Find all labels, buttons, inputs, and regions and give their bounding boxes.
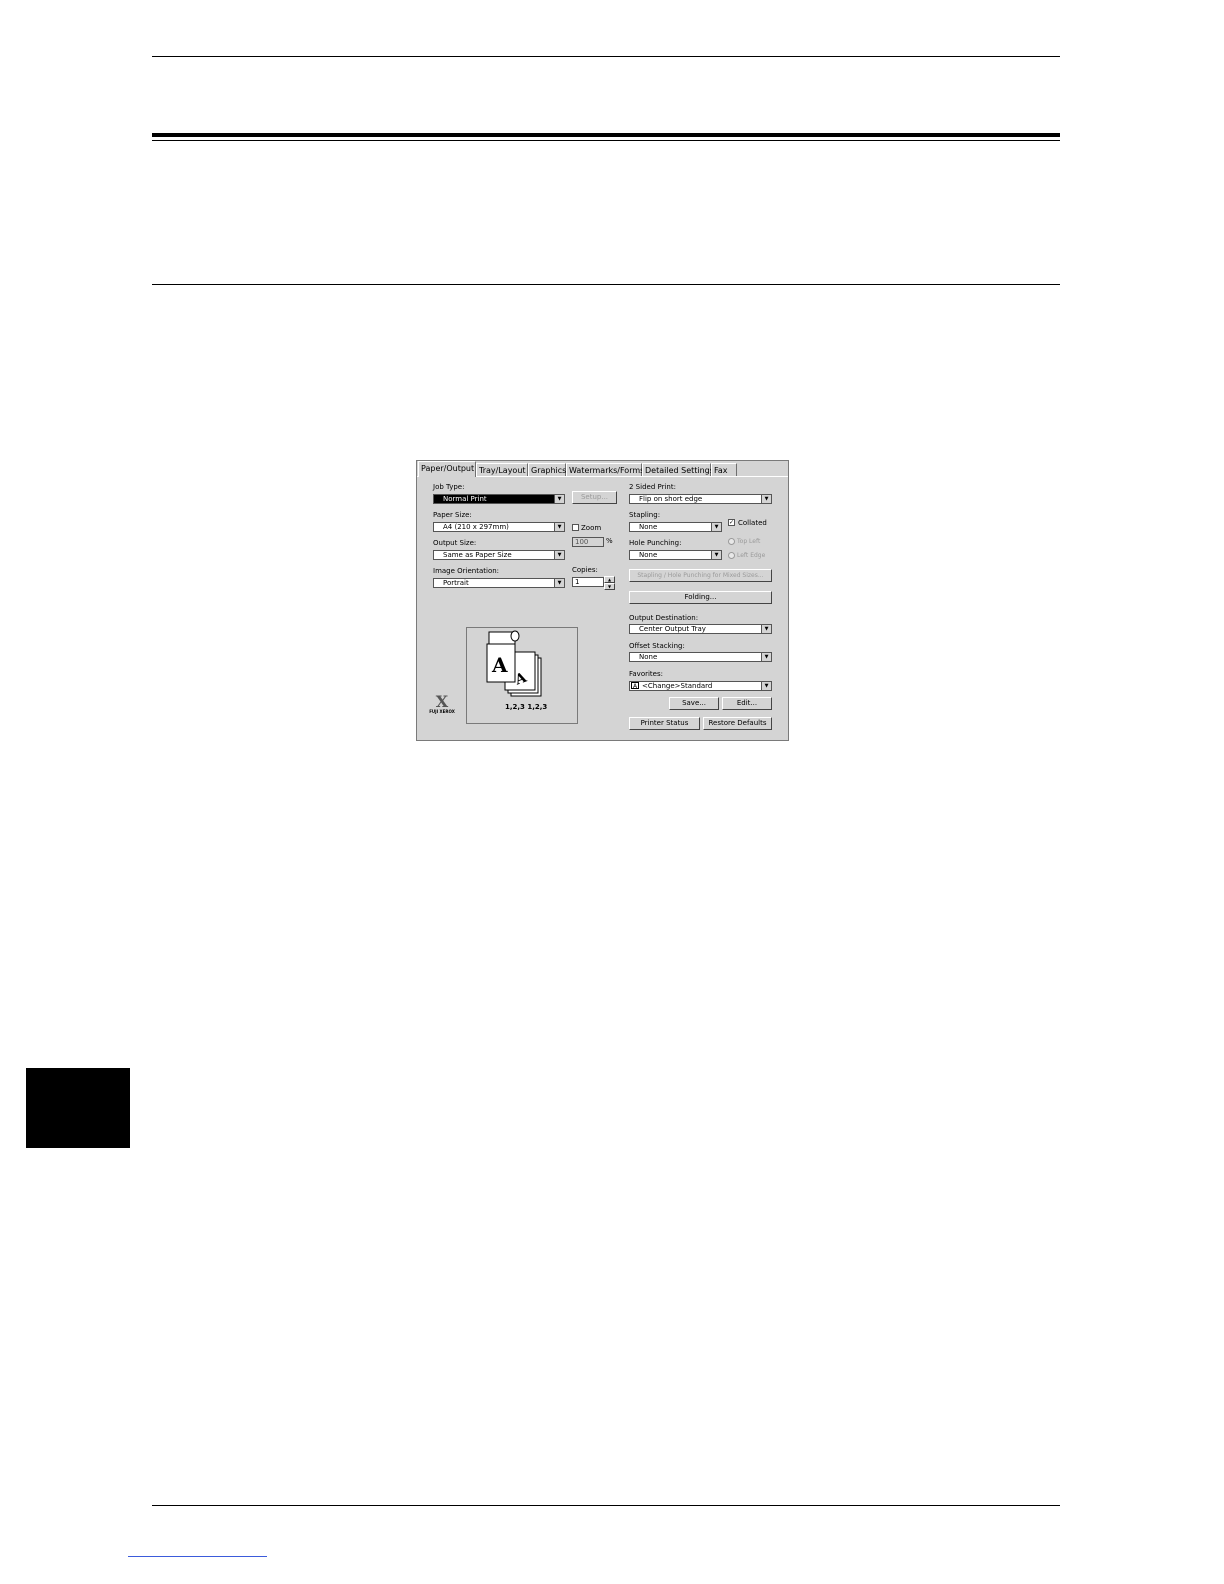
chevron-down-icon: ▼ [761, 625, 771, 633]
offset-stacking-label: Offset Stacking: [629, 642, 685, 650]
output-destination-value: Center Output Tray [639, 625, 706, 633]
fuji-xerox-logo: X FUJI XEROX [427, 692, 457, 715]
job-type-select[interactable]: Normal Print ▼ [433, 494, 565, 504]
two-sided-label: 2 Sided Print: [629, 483, 676, 491]
tab-fax[interactable]: Fax [711, 463, 737, 476]
chevron-down-icon: ▼ [554, 495, 564, 503]
output-size-select[interactable]: Same as Paper Size ▼ [433, 550, 565, 560]
image-orientation-label: Image Orientation: [433, 567, 500, 575]
output-preview-panel: A A 1,2,3 1,2,3 [466, 627, 578, 724]
copies-label: Copies: [572, 566, 598, 574]
chevron-down-icon: ▼ [761, 682, 771, 690]
zoom-value-field[interactable]: 100 [572, 537, 604, 547]
job-type-value: Normal Print [443, 495, 487, 503]
image-orientation-select[interactable]: Portrait ▼ [433, 578, 565, 588]
collated-label: Collated [738, 519, 767, 527]
two-sided-select[interactable]: Flip on short edge ▼ [629, 494, 772, 504]
save-button[interactable]: Save... [669, 697, 719, 710]
copies-spin-down[interactable]: ▼ [604, 583, 615, 590]
printer-properties-dialog: Paper/Output Tray/Layout Graphics Waterm… [416, 460, 789, 741]
image-orientation-value: Portrait [443, 579, 469, 587]
tab-detailed-settings[interactable]: Detailed Settings [642, 463, 714, 476]
job-type-label: Job Type: [433, 483, 465, 491]
folding-button[interactable]: Folding... [629, 591, 772, 604]
printer-status-button[interactable]: Printer Status [629, 717, 700, 730]
footer-link-underline[interactable] [128, 1556, 267, 1557]
zoom-unit: % [606, 537, 613, 545]
tab-watermarks-forms[interactable]: Watermarks/Forms [566, 463, 644, 476]
paper-size-label: Paper Size: [433, 511, 472, 519]
section-rule [152, 284, 1060, 285]
chevron-down-icon: ▼ [711, 523, 721, 531]
chevron-down-icon: ▼ [761, 495, 771, 503]
stapling-label: Stapling: [629, 511, 661, 519]
mixed-sizes-button[interactable]: Stapling / Hole Punching for Mixed Sizes… [629, 569, 772, 582]
chevron-down-icon: ▼ [711, 551, 721, 559]
hole-punching-label: Hole Punching: [629, 539, 682, 547]
radio-top-left[interactable] [728, 538, 735, 545]
output-destination-label: Output Destination: [629, 614, 699, 622]
collated-pages-illustration: A A 1,2,3 1,2,3 [486, 630, 547, 711]
tab-paper-output[interactable]: Paper/Output [418, 461, 476, 477]
two-sided-value: Flip on short edge [639, 495, 703, 503]
radio-top-left-label: Top Left [737, 538, 761, 545]
collate-label: 1,2,3 1,2,3 [505, 703, 547, 711]
footer-rule [152, 1505, 1060, 1506]
title-thin-rule [152, 140, 1060, 141]
preview-letter: A [491, 653, 508, 677]
chapter-tab-marker [26, 1068, 130, 1148]
tab-tray-layout[interactable]: Tray/Layout [476, 463, 528, 476]
favorites-a-icon: A [631, 682, 639, 690]
title-thick-rule [152, 133, 1060, 137]
hole-punching-value: None [639, 551, 658, 559]
xerox-x-icon: X [435, 692, 449, 711]
header-top-rule [152, 56, 1060, 57]
zoom-label: Zoom [581, 524, 602, 532]
output-size-label: Output Size: [433, 539, 477, 547]
radio-left-edge[interactable] [728, 552, 735, 559]
output-size-value: Same as Paper Size [443, 551, 512, 559]
paper-size-value: A4 (210 x 297mm) [443, 523, 509, 531]
copies-spin-up[interactable]: ▲ [604, 576, 615, 583]
paper-size-select[interactable]: A4 (210 x 297mm) ▼ [433, 522, 565, 532]
tab-strip: Paper/Output Tray/Layout Graphics Waterm… [418, 461, 788, 477]
edit-button[interactable]: Edit... [722, 697, 772, 710]
favorites-value: <Change>Standard [642, 682, 713, 690]
chevron-down-icon: ▼ [761, 653, 771, 661]
offset-stacking-value: None [639, 653, 658, 661]
favorites-select[interactable]: A <Change>Standard ▼ [629, 681, 772, 691]
chevron-down-icon: ▼ [554, 523, 564, 531]
radio-left-edge-label: Left Edge [737, 552, 766, 559]
output-destination-select[interactable]: Center Output Tray ▼ [629, 624, 772, 634]
stapling-value: None [639, 523, 658, 531]
tab-graphics[interactable]: Graphics [528, 463, 566, 476]
chevron-down-icon: ▼ [554, 579, 564, 587]
copies-field[interactable]: 1 [572, 577, 604, 587]
logo-text: FUJI XEROX [429, 709, 455, 714]
hole-punching-select[interactable]: None ▼ [629, 550, 722, 560]
setup-button[interactable]: Setup... [572, 491, 617, 504]
chevron-down-icon: ▼ [554, 551, 564, 559]
stapling-select[interactable]: None ▼ [629, 522, 722, 532]
zoom-checkbox[interactable] [572, 524, 579, 531]
offset-stacking-select[interactable]: None ▼ [629, 652, 772, 662]
collated-checkbox[interactable]: ✓ [728, 519, 735, 526]
restore-defaults-button[interactable]: Restore Defaults [703, 717, 772, 730]
favorites-label: Favorites: [629, 670, 663, 678]
